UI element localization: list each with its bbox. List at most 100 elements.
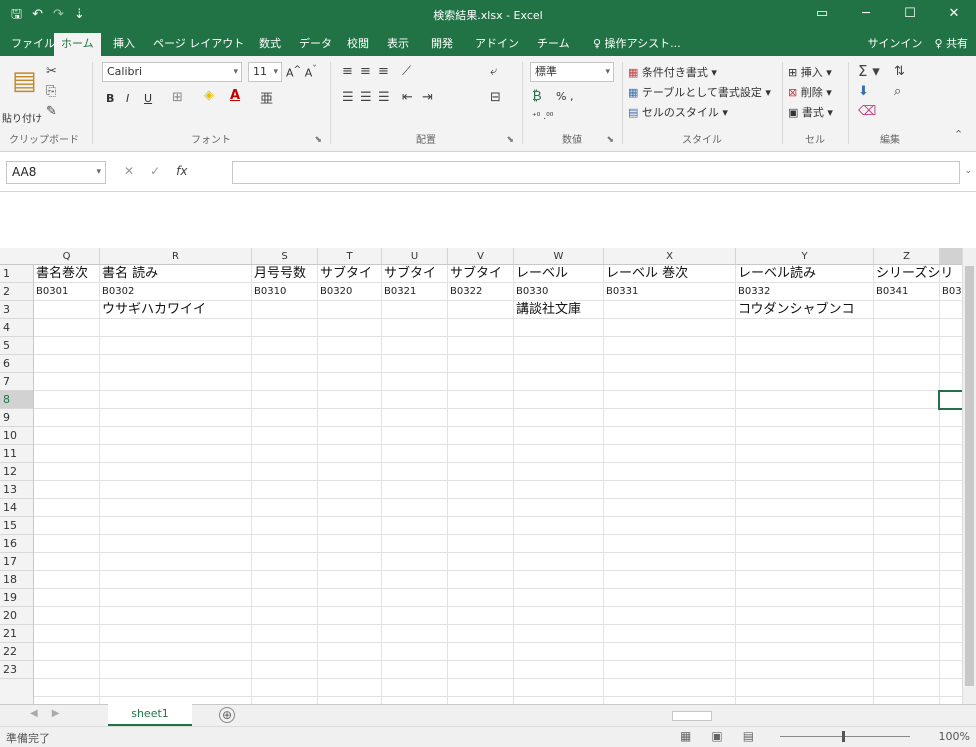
cell-u2[interactable]: B0321	[382, 283, 416, 301]
sort-filter-icon[interactable]: ⇅	[894, 64, 905, 79]
increase-indent-icon[interactable]: ⇥	[422, 90, 433, 105]
row-header-15[interactable]: 15	[0, 517, 33, 535]
column-header-x[interactable]: X	[604, 248, 736, 264]
grow-font-button[interactable]: A^ Aˇ	[286, 64, 317, 80]
cell-r2[interactable]: B0302	[100, 283, 134, 301]
zoom-slider[interactable]	[780, 731, 910, 742]
column-header-r[interactable]: R	[100, 248, 252, 264]
insert-function-icon[interactable]: fx	[176, 164, 187, 178]
cell-v1[interactable]: サブタイ	[448, 265, 502, 283]
column-header-q[interactable]: Q	[34, 248, 100, 264]
tab-review[interactable]: 校閲	[340, 33, 376, 56]
paste-button[interactable]: 貼り付け	[2, 110, 42, 125]
paste-icon[interactable]: ▤	[12, 66, 37, 96]
autosum-icon[interactable]: Σ ▾	[858, 62, 880, 80]
row-header-7[interactable]: 7	[0, 373, 33, 391]
cell-z1[interactable]: シリーズシリ	[874, 265, 953, 283]
wrap-text-icon[interactable]: ⤶	[490, 64, 497, 79]
expand-formula-bar-icon[interactable]: ⌄	[964, 166, 972, 176]
signin-link[interactable]: サインイン	[867, 33, 922, 55]
normal-view-icon[interactable]: ▦	[680, 729, 691, 743]
format-as-table-button[interactable]: ▦ テーブルとして書式設定 ▾	[628, 84, 771, 100]
borders-icon[interactable]: ⊞	[172, 90, 183, 105]
maximize-button[interactable]: ☐	[888, 0, 932, 30]
decrease-indent-icon[interactable]: ⇤	[402, 90, 413, 105]
row-header-22[interactable]: 22	[0, 643, 33, 661]
find-select-icon[interactable]: ⌕	[894, 84, 901, 99]
align-middle-icon[interactable]: ≡	[360, 64, 371, 79]
underline-button[interactable]: U	[144, 92, 152, 105]
ribbon-display-options-icon[interactable]: ▭	[800, 0, 844, 30]
number-dialog-launcher-icon[interactable]: ⬊	[606, 135, 614, 145]
conditional-formatting-button[interactable]: ▦ 条件付き書式 ▾	[628, 64, 717, 80]
sheet-nav-arrows-icon[interactable]: ◀▶	[30, 708, 73, 719]
selected-cell-aa8[interactable]	[938, 390, 962, 410]
tab-team[interactable]: チーム	[530, 33, 577, 56]
tab-developer[interactable]: 開発	[424, 33, 460, 56]
alignment-dialog-launcher-icon[interactable]: ⬊	[506, 135, 514, 145]
row-header-2[interactable]: 2	[0, 283, 33, 301]
merge-center-icon[interactable]: ⊟	[490, 90, 501, 105]
cell-v2[interactable]: B0322	[448, 283, 482, 301]
share-button[interactable]: ♀ 共有	[934, 33, 968, 55]
cell-u1[interactable]: サブタイ	[382, 265, 436, 283]
cell-r3[interactable]: ウサギハカワイイ	[100, 301, 206, 319]
column-header-w[interactable]: W	[514, 248, 604, 264]
format-cells-button[interactable]: ▣ 書式 ▾	[788, 104, 833, 120]
add-sheet-icon[interactable]: ⊕	[219, 707, 235, 723]
tab-data[interactable]: データ	[292, 33, 339, 56]
cell-q1[interactable]: 書名巻次	[34, 265, 88, 283]
row-header-12[interactable]: 12	[0, 463, 33, 481]
cell-x1[interactable]: レーベル 巻次	[604, 265, 688, 283]
column-header-z[interactable]: Z	[874, 248, 940, 264]
align-right-icon[interactable]: ☰	[378, 90, 390, 105]
cell-x2[interactable]: B0331	[604, 283, 638, 301]
sheet-tab-sheet1[interactable]: sheet1	[108, 704, 192, 726]
row-header-14[interactable]: 14	[0, 499, 33, 517]
tab-page-layout[interactable]: ページ レイアウト	[146, 33, 251, 56]
tab-view[interactable]: 表示	[380, 33, 416, 56]
column-header-y[interactable]: Y	[736, 248, 874, 264]
phonetic-icon[interactable]: 亜	[260, 88, 273, 107]
row-header-3[interactable]: 3	[0, 301, 33, 319]
tab-formulas[interactable]: 数式	[252, 33, 288, 56]
row-header-17[interactable]: 17	[0, 553, 33, 571]
cell-grid[interactable]: 書名巻次 書名 読み 月号号数 サブタイ サブタイ サブタイ レーベル レーベル…	[34, 265, 962, 704]
row-header-8[interactable]: 8	[0, 391, 33, 409]
format-painter-icon[interactable]: ✎	[46, 104, 57, 119]
cell-s2[interactable]: B0310	[252, 283, 286, 301]
row-header-1[interactable]: 1	[0, 265, 33, 283]
column-header-aa[interactable]	[940, 248, 962, 264]
cell-aa2[interactable]: B03	[940, 283, 962, 301]
column-header-t[interactable]: T	[318, 248, 382, 264]
row-header-9[interactable]: 9	[0, 409, 33, 427]
font-color-icon[interactable]: A	[230, 88, 240, 103]
zoom-slider-knob[interactable]	[842, 731, 845, 742]
cell-y3[interactable]: コウダンシャブンコ	[736, 301, 854, 319]
formula-input[interactable]	[232, 161, 960, 184]
align-top-icon[interactable]: ≡	[342, 64, 353, 79]
cell-t2[interactable]: B0320	[318, 283, 352, 301]
vertical-scroll-thumb[interactable]	[965, 266, 974, 686]
increase-decimal-button[interactable]: ⁺⁰ .⁰⁰	[532, 112, 553, 122]
tab-tell-me[interactable]: ♀ 操作アシスト...	[586, 33, 688, 56]
delete-cells-button[interactable]: ⊠ 削除 ▾	[788, 84, 832, 100]
row-header-21[interactable]: 21	[0, 625, 33, 643]
name-box[interactable]: AA8 ▾	[6, 161, 106, 184]
page-break-view-icon[interactable]: ▤	[743, 729, 754, 743]
column-header-v[interactable]: V	[448, 248, 514, 264]
row-header-10[interactable]: 10	[0, 427, 33, 445]
cut-icon[interactable]: ✂	[46, 64, 57, 79]
enter-icon[interactable]: ✓	[150, 164, 160, 178]
cell-r1[interactable]: 書名 読み	[100, 265, 158, 283]
vertical-scrollbar[interactable]	[962, 248, 976, 704]
align-center-icon[interactable]: ☰	[360, 90, 372, 105]
cell-y1[interactable]: レーベル読み	[736, 265, 816, 283]
horizontal-scrollbar[interactable]	[612, 709, 964, 723]
clear-icon[interactable]: ⌫	[858, 104, 876, 119]
font-size-select[interactable]: 11 ▾	[248, 62, 282, 82]
column-header-u[interactable]: U	[382, 248, 448, 264]
row-header-23[interactable]: 23	[0, 661, 33, 679]
cancel-icon[interactable]: ✕	[124, 164, 134, 178]
cell-t1[interactable]: サブタイ	[318, 265, 372, 283]
